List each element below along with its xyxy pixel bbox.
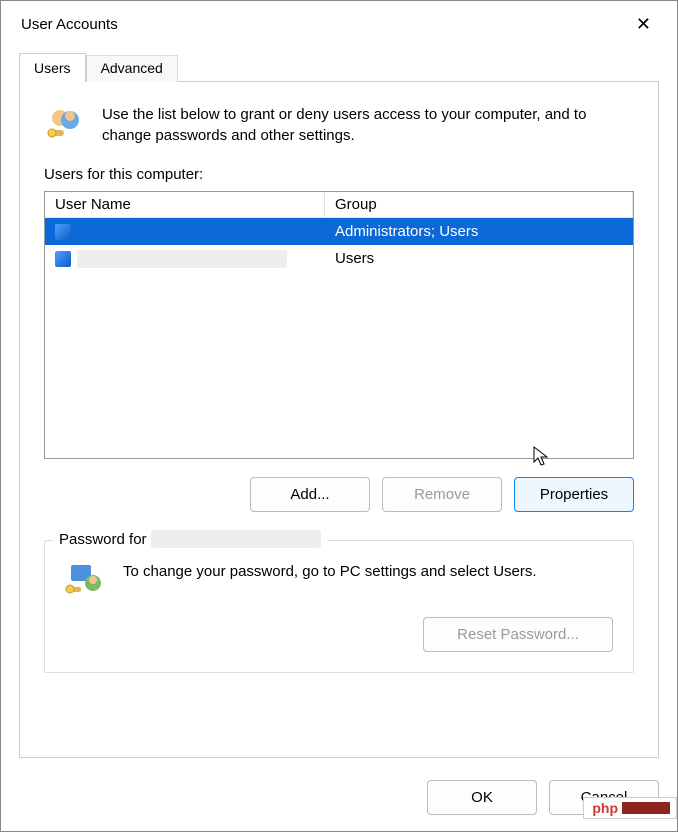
password-legend-prefix: Password for — [59, 531, 147, 548]
remove-user-button: Remove — [382, 477, 502, 512]
users-table[interactable]: User Name Group Administrators; Users — [44, 191, 634, 459]
close-button[interactable]: ✕ — [624, 9, 663, 39]
password-fieldset: Password for To change your password, go… — [44, 540, 634, 673]
password-instruction-text: To change your password, go to PC settin… — [123, 559, 537, 582]
dialog-footer: OK Cancel php — [1, 770, 677, 831]
window-title: User Accounts — [21, 16, 118, 33]
tab-strip: Users Advanced — [1, 53, 677, 82]
intro-text: Use the list below to grant or deny user… — [102, 104, 634, 146]
user-key-icon — [65, 559, 105, 599]
users-list-label: Users for this computer: — [44, 166, 634, 183]
titlebar: User Accounts ✕ — [1, 1, 677, 47]
column-header-username[interactable]: User Name — [45, 192, 325, 218]
user-icon — [55, 251, 71, 267]
table-row[interactable]: Administrators; Users — [45, 218, 633, 245]
user-icon — [55, 224, 71, 240]
tab-users[interactable]: Users — [19, 53, 86, 82]
username-cell — [77, 250, 287, 268]
watermark-bar — [622, 802, 670, 814]
table-row[interactable]: Users — [45, 245, 633, 272]
users-keys-icon — [44, 104, 86, 146]
intro-row: Use the list below to grant or deny user… — [44, 98, 634, 166]
user-accounts-window: User Accounts ✕ Users Advanced Use the l… — [0, 0, 678, 832]
password-legend-user — [151, 530, 321, 548]
user-buttons-row: Add... Remove Properties — [44, 477, 634, 512]
group-cell: Users — [325, 248, 633, 269]
properties-button[interactable]: Properties — [514, 477, 634, 512]
table-body: Administrators; Users Users — [45, 218, 633, 458]
reset-password-button: Reset Password... — [423, 617, 613, 652]
tab-panel-users: Use the list below to grant or deny user… — [19, 81, 659, 758]
column-header-group[interactable]: Group — [325, 192, 633, 218]
group-cell: Administrators; Users — [325, 221, 633, 242]
add-user-button[interactable]: Add... — [250, 477, 370, 512]
watermark-text: php — [592, 800, 618, 816]
tab-advanced[interactable]: Advanced — [86, 55, 178, 82]
password-legend: Password for — [53, 530, 327, 548]
username-cell — [77, 223, 307, 241]
ok-button[interactable]: OK — [427, 780, 537, 815]
watermark-badge: php — [583, 797, 677, 819]
table-header: User Name Group — [45, 192, 633, 218]
